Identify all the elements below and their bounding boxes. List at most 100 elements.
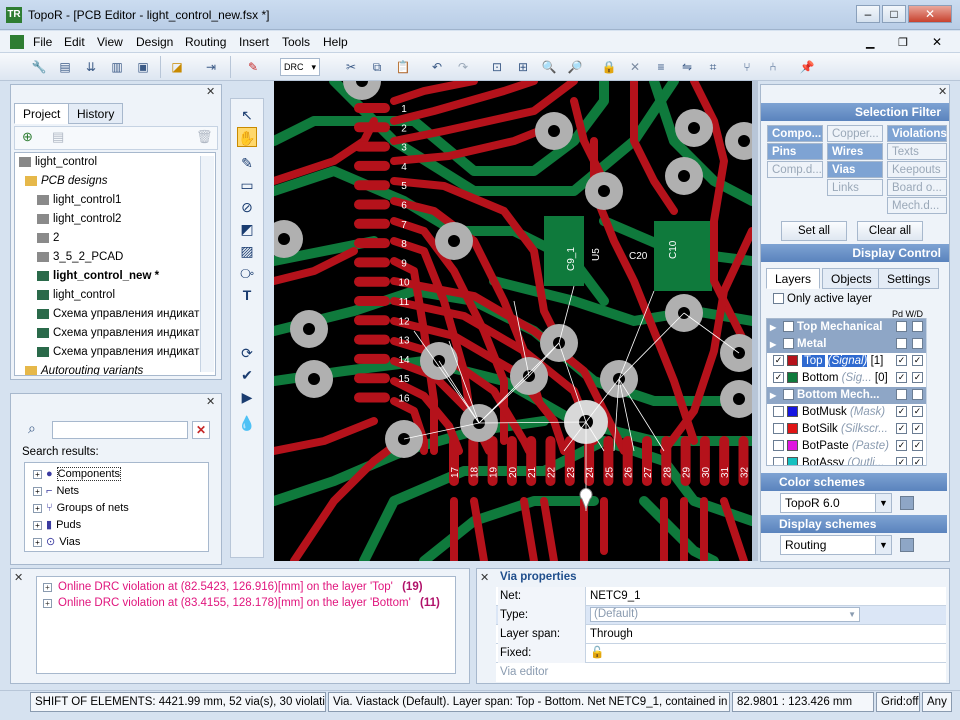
menu-file[interactable]: File (33, 35, 52, 49)
layer-row[interactable]: ✓ Top (Signal) [1] ✓ ✓ (767, 353, 937, 370)
paste-icon[interactable]: 📋 (394, 58, 412, 76)
filter-vias[interactable]: Vias (827, 161, 883, 178)
wd-checkbox[interactable]: ✓ (912, 355, 923, 366)
tree-item[interactable]: light_control2 (37, 210, 121, 229)
expand-icon[interactable]: + (33, 521, 42, 530)
search-result-item[interactable]: + ⌐ Nets (33, 483, 79, 500)
wd-checkbox[interactable]: ✓ (912, 389, 923, 400)
open-folder-icon[interactable]: ▥ (108, 58, 126, 76)
filter-compo[interactable]: Compo... (767, 125, 823, 142)
menu-insert[interactable]: Insert (239, 35, 269, 49)
layer-visible-checkbox[interactable] (773, 457, 784, 465)
expand-icon[interactable]: + (33, 470, 42, 479)
layer-row[interactable]: ✓ Bottom (Sig... [0] ✓ ✓ (767, 370, 937, 387)
search-result-item[interactable]: + ▮ Puds (33, 517, 81, 534)
wd-checkbox[interactable]: ✓ (912, 457, 923, 465)
tree-item[interactable]: Схема управления индикат (37, 305, 199, 324)
layer-visible-checkbox[interactable]: ✓ (783, 389, 794, 401)
pd-checkbox[interactable]: ✓ (896, 423, 907, 434)
wd-checkbox[interactable]: ✓ (912, 338, 923, 349)
tree-item[interactable]: PCB designs (25, 172, 107, 191)
wd-checkbox[interactable]: ✓ (912, 440, 923, 451)
unlock-icon[interactable]: 🔓 (590, 644, 604, 663)
clear-all-button[interactable]: Clear all (857, 221, 923, 241)
expand-arrow-icon[interactable]: ▶ (770, 319, 780, 336)
layer-row[interactable]: BotPaste (Paste) ✓ ✓ (767, 438, 937, 455)
circles-icon[interactable]: ⧂ (237, 263, 257, 283)
mdi-minimize-button[interactable]: ▁ (866, 36, 874, 49)
tree-item[interactable]: 2 (37, 229, 59, 248)
text-icon[interactable]: T (237, 285, 257, 305)
tree-scrollbar[interactable] (200, 156, 214, 372)
pcb-board[interactable]: 1234567891011121314151617 18 19 20 21 22 23 24 2… (274, 81, 752, 561)
pd-checkbox[interactable]: ✓ (896, 372, 907, 383)
redo-icon[interactable]: ↷ (454, 58, 472, 76)
close-icon[interactable]: ✕ (938, 85, 947, 98)
zoom-fit-icon[interactable]: ⊞ (514, 58, 532, 76)
search-result-item[interactable]: + ● Components (33, 466, 122, 483)
drc-violation-row[interactable]: + Online DRC violation at (83.4155, 128.1… (43, 597, 440, 609)
layer-color-swatch[interactable] (787, 355, 798, 367)
layer-color-swatch[interactable] (787, 423, 798, 435)
only-active-layer-option[interactable]: Only active layer (770, 293, 872, 305)
maximize-button[interactable]: □ (882, 5, 906, 23)
group-icon[interactable]: ⌗ (704, 58, 722, 76)
wd-checkbox[interactable]: ✓ (912, 372, 923, 383)
zoom-icon[interactable]: 🔍 (540, 58, 558, 76)
minimize-button[interactable]: – (856, 5, 880, 23)
search-result-item[interactable]: + ⊙ Vias (33, 534, 80, 551)
menu-help[interactable]: Help (323, 35, 348, 49)
zoom-prev-icon[interactable]: ⊡ (488, 58, 506, 76)
layer-visible-checkbox[interactable]: ✓ (773, 372, 784, 384)
tab-objects[interactable]: Objects (822, 268, 881, 289)
tree-item[interactable]: light_control_new * (37, 267, 159, 286)
via-type-select[interactable]: (Default) ▼ (590, 607, 860, 622)
layer-row[interactable]: BotMusk (Mask) ✓ ✓ (767, 404, 937, 421)
hand-icon[interactable]: ✋ (237, 127, 257, 147)
filter-pins[interactable]: Pins (767, 143, 823, 160)
menu-routing[interactable]: Routing (185, 35, 226, 49)
tab-history[interactable]: History (68, 103, 124, 124)
layer-color-swatch[interactable] (787, 440, 798, 452)
expand-icon[interactable]: + (43, 583, 52, 592)
layer-row[interactable]: BotAssy (Outli... ✓ ✓ (767, 455, 937, 465)
flip-icon[interactable]: ⇋ (678, 58, 696, 76)
filter-boardo[interactable]: Board o... (887, 179, 947, 196)
wd-checkbox[interactable]: ✓ (912, 423, 923, 434)
set-all-button[interactable]: Set all (781, 221, 847, 241)
tab-project[interactable]: Project (14, 103, 70, 124)
display-scheme-save-icon[interactable] (900, 538, 914, 552)
drc-dropdown[interactable]: DRC ▾ (280, 58, 320, 76)
rectangle-icon[interactable]: ▭ (237, 175, 257, 195)
route-icon[interactable]: ⑂ (738, 58, 756, 76)
import-icon[interactable]: ⇊ (82, 58, 100, 76)
expand-icon[interactable]: + (43, 599, 52, 608)
filter-links[interactable]: Links (827, 179, 883, 196)
menu-view[interactable]: View (97, 35, 123, 49)
via-property-value[interactable]: Through (590, 625, 633, 644)
via-property-value[interactable]: NETC9_1 (590, 587, 641, 606)
expand-icon[interactable]: + (33, 538, 42, 547)
pd-checkbox[interactable]: ✓ (896, 406, 907, 417)
menu-tools[interactable]: Tools (282, 35, 310, 49)
pd-checkbox[interactable]: ✓ (896, 457, 907, 465)
lock-icon[interactable]: 🔒 (600, 58, 618, 76)
layer-color-swatch[interactable] (787, 372, 798, 384)
layer-row[interactable]: ▶ ✓ Top Mechanical ✓ ✓ (767, 319, 937, 336)
only-active-checkbox[interactable] (773, 293, 784, 305)
close-icon[interactable]: ✕ (206, 395, 215, 408)
delete-icon[interactable]: ✕ (626, 58, 644, 76)
mdi-restore-button[interactable]: ❐ (898, 36, 908, 49)
trash-icon[interactable]: 🗑 (196, 129, 213, 145)
expand-icon[interactable]: + (33, 487, 42, 496)
close-window-button[interactable]: ✕ (908, 5, 952, 23)
status-grid[interactable]: Grid:off (876, 692, 920, 712)
menu-design[interactable]: Design (136, 35, 173, 49)
copy-icon[interactable]: ⧉ (368, 58, 386, 76)
search-input[interactable] (52, 421, 188, 439)
mdi-close-button[interactable]: ✕ (932, 35, 942, 49)
refresh-icon[interactable]: ⟳ (237, 343, 257, 363)
tree-item[interactable]: 3_5_2_PCAD (37, 248, 123, 267)
layer-row[interactable]: ▶ ✓ Bottom Mech... ✓ ✓ (767, 387, 937, 404)
canvas-splitter[interactable] (752, 81, 758, 561)
